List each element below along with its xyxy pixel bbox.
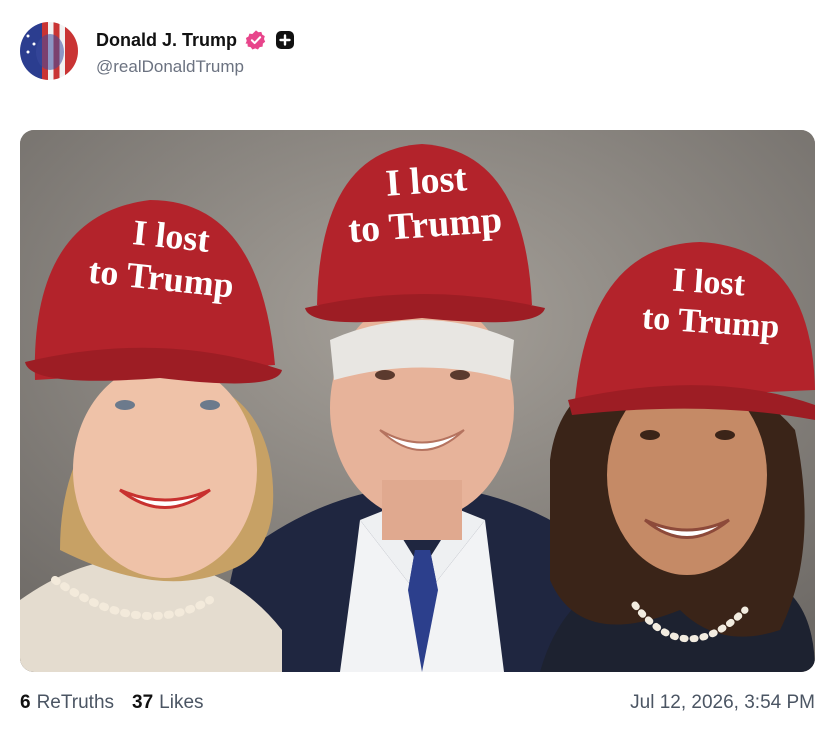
avatar[interactable] — [20, 22, 78, 80]
post-image[interactable]: I lost to Trump I lost to Trump I lost t… — [20, 130, 815, 672]
author-display-name[interactable]: Donald J. Trump — [96, 30, 237, 51]
post-header: Donald J. Trump @realDonaldTrump — [20, 20, 295, 82]
verified-badge-icon — [245, 30, 266, 50]
likes-count: 37 — [132, 692, 154, 713]
likes-stat[interactable]: 37 Likes — [132, 692, 204, 714]
retruths-stat[interactable]: 6 ReTruths — [20, 692, 114, 714]
avatar-portrait-icon — [26, 34, 64, 70]
middle-hat-line1: I lost — [384, 157, 468, 205]
post-footer: 6 ReTruths 37 Likes Jul 12, 2026, 3:54 P… — [20, 688, 815, 718]
author-block: Donald J. Trump @realDonaldTrump — [96, 25, 295, 77]
likes-label: Likes — [159, 692, 204, 713]
name-row: Donald J. Trump — [96, 25, 295, 55]
retruths-count: 6 — [20, 692, 31, 713]
author-handle[interactable]: @realDonaldTrump — [96, 57, 295, 77]
image-illustration: I lost to Trump I lost to Trump I lost t… — [20, 130, 815, 672]
plus-badge-icon — [276, 31, 295, 49]
retruths-label: ReTruths — [36, 692, 115, 713]
right-hat-line1: I lost — [671, 262, 747, 304]
post-timestamp[interactable]: Jul 12, 2026, 3:54 PM — [630, 692, 815, 714]
left-hat-line1: I lost — [131, 212, 212, 260]
